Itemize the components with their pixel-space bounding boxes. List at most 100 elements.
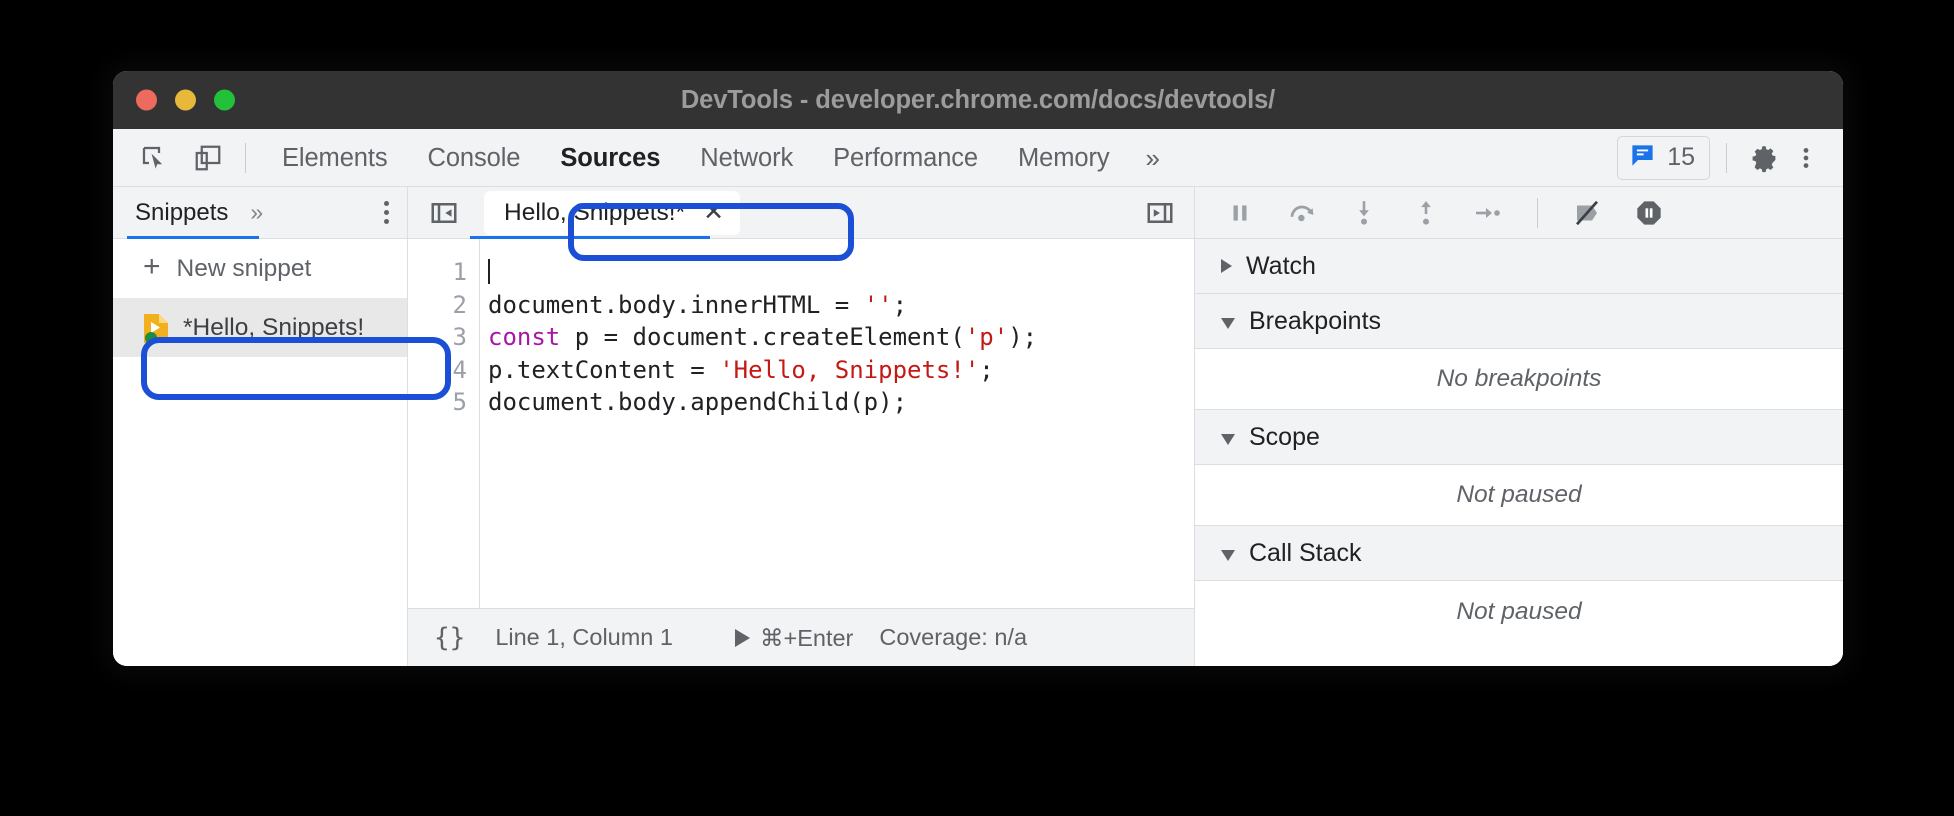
debugger-section-call-stack[interactable]: Call Stack [1195, 526, 1843, 581]
kebab-dot [384, 219, 389, 224]
close-window-button[interactable] [136, 89, 157, 111]
cursor-position-label: Line 1, Column 1 [495, 624, 673, 650]
code-token-string: '' [863, 290, 893, 319]
chevron-down-icon [1221, 549, 1235, 561]
editor-file-tab[interactable]: Hello, Snippets!* ✕ [484, 190, 741, 235]
debugger-toolbar-divider [1537, 197, 1538, 228]
navigator-more-tabs-chevron-icon[interactable]: » [250, 187, 263, 238]
code-line: p.textContent = 'Hello, Snippets!'; [488, 354, 1194, 387]
code-editor[interactable]: 1 2 3 4 5 document.body.innerHTML = ''; c… [408, 239, 1194, 608]
code-line: const p = document.createElement('p'); [488, 321, 1194, 354]
show-run-panel-icon[interactable] [1140, 193, 1180, 233]
kebab-dot [384, 201, 389, 206]
debugger-section-watch[interactable]: Watch [1195, 239, 1843, 294]
tab-memory[interactable]: Memory [998, 129, 1130, 187]
text-cursor [488, 259, 490, 284]
minimize-window-button[interactable] [175, 89, 196, 111]
code-line: document.body.appendChild(p); [488, 386, 1194, 419]
line-number: 1 [452, 258, 467, 286]
window-title: DevTools - developer.chrome.com/docs/dev… [680, 85, 1276, 114]
more-tabs-chevron-icon[interactable]: » [1130, 129, 1176, 187]
debugger-section-scope[interactable]: Scope [1195, 410, 1843, 465]
devtools-main-toolbar: Elements Console Sources Network Perform… [113, 129, 1843, 187]
maximize-window-button[interactable] [214, 89, 235, 111]
close-icon[interactable]: ✕ [703, 200, 724, 225]
collapse-navigator-icon[interactable] [424, 193, 464, 233]
toolbar-divider-right [1726, 142, 1727, 173]
step-out-icon[interactable] [1407, 194, 1445, 232]
window-traffic-lights [136, 89, 235, 111]
code-line [488, 256, 1194, 289]
sources-navigator-pane: Snippets » + New snippet *Hello, Snippet… [113, 187, 408, 666]
editor-tabbar: Hello, Snippets!* ✕ [408, 187, 1194, 239]
code-content[interactable]: document.body.innerHTML = ''; const p = d… [480, 239, 1194, 608]
run-snippet-icon [734, 628, 750, 647]
line-number: 4 [452, 355, 467, 384]
code-token-plain: ; [892, 290, 908, 319]
device-toolbar-icon[interactable] [187, 137, 229, 179]
section-title: Scope [1249, 422, 1320, 451]
snippet-name: *Hello, Snippets! [183, 314, 365, 341]
line-number-gutter: 1 2 3 4 5 [408, 239, 480, 608]
devtools-body: Snippets » + New snippet *Hello, Snippet… [113, 187, 1843, 666]
issues-badge[interactable]: 15 [1617, 135, 1710, 180]
run-snippet-button[interactable]: ⌘+Enter [734, 624, 854, 652]
format-code-icon[interactable]: {} [434, 623, 465, 653]
toolbar-divider [245, 142, 246, 173]
kebab-menu-icon[interactable] [1785, 137, 1827, 179]
step-icon[interactable] [1469, 194, 1507, 232]
debugger-section-breakpoints[interactable]: Breakpoints [1195, 294, 1843, 349]
step-over-icon[interactable] [1283, 194, 1321, 232]
code-token-plain: ; [979, 355, 994, 384]
code-token-string: 'p' [964, 323, 1009, 351]
navigator-kebab-menu-icon[interactable] [384, 201, 389, 224]
section-title: Watch [1246, 251, 1316, 280]
line-number: 3 [452, 323, 467, 351]
code-token-keyword: const [488, 323, 561, 351]
plus-icon: + [143, 250, 161, 283]
new-snippet-label: New snippet [176, 254, 312, 282]
step-into-icon[interactable] [1345, 194, 1383, 232]
line-number: 2 [452, 290, 467, 319]
window-titlebar: DevTools - developer.chrome.com/docs/dev… [113, 71, 1843, 129]
snippet-script-file-icon [143, 313, 169, 344]
kebab-dot [384, 210, 389, 215]
navigator-tab-snippets[interactable]: Snippets [135, 187, 228, 238]
tab-elements[interactable]: Elements [262, 129, 408, 187]
issues-message-icon [1629, 142, 1656, 174]
editor-pane: Hello, Snippets!* ✕ 1 2 3 4 5 document.b… [408, 187, 1195, 666]
run-shortcut-label: ⌘+Enter [759, 624, 854, 651]
code-token-string: 'Hello, Snippets!' [719, 355, 980, 384]
chevron-down-icon [1221, 317, 1235, 329]
section-title: Call Stack [1249, 538, 1362, 567]
tab-sources[interactable]: Sources [540, 129, 680, 187]
code-token-plain: document.body.innerHTML = [488, 290, 864, 319]
tab-performance[interactable]: Performance [813, 129, 998, 187]
pause-script-execution-icon[interactable] [1221, 194, 1259, 232]
tab-network[interactable]: Network [680, 129, 813, 187]
deactivate-breakpoints-icon[interactable] [1568, 194, 1606, 232]
panel-tab-list: Elements Console Sources Network Perform… [262, 129, 1176, 187]
devtools-window: DevTools - developer.chrome.com/docs/dev… [113, 71, 1843, 666]
navigator-tabbar: Snippets » [113, 187, 407, 239]
code-token-plain: document.body.appendChild(p); [488, 388, 908, 416]
screenshot-canvas: DevTools - developer.chrome.com/docs/dev… [0, 0, 1954, 816]
editor-status-bar: {} Line 1, Column 1 ⌘+Enter Coverage: n/… [408, 608, 1194, 666]
pause-on-exceptions-icon[interactable] [1630, 194, 1668, 232]
toolbar-icon-group [133, 137, 229, 179]
call-stack-empty-text: Not paused [1195, 581, 1843, 642]
gear-icon[interactable] [1743, 137, 1785, 179]
code-token-plain: ); [1008, 323, 1038, 351]
list-item[interactable]: *Hello, Snippets! [113, 299, 407, 357]
chevron-down-icon [1221, 433, 1235, 445]
new-snippet-button[interactable]: + New snippet [113, 239, 407, 299]
debugger-sidebar: Watch Breakpoints No breakpoints Scope N… [1195, 187, 1843, 666]
debugger-toolbar [1195, 187, 1843, 239]
code-line: document.body.innerHTML = ''; [488, 289, 1194, 322]
inspect-element-icon[interactable] [133, 137, 175, 179]
chevron-right-icon [1221, 259, 1232, 273]
code-token-plain: p = document.createElement( [560, 323, 965, 351]
tab-console[interactable]: Console [408, 129, 541, 187]
scope-empty-text: Not paused [1195, 465, 1843, 526]
toolbar-right-group: 15 [1617, 135, 1827, 180]
